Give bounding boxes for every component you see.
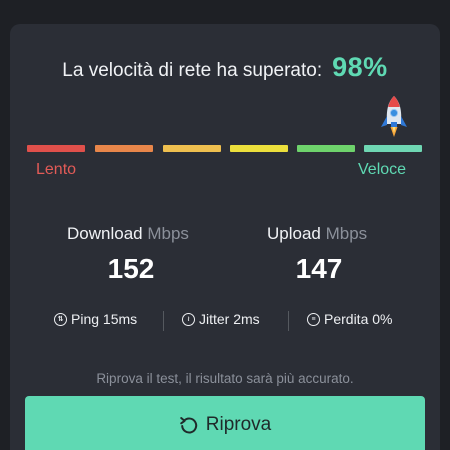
download-unit: Mbps	[147, 224, 189, 243]
speed-scale-segment-1	[27, 145, 85, 152]
upload-unit: Mbps	[325, 224, 368, 243]
loss-stat: ≡ Perdita 0%	[307, 311, 392, 327]
loss-text: Perdita 0%	[324, 311, 393, 327]
jitter-text: Jitter 2ms	[199, 311, 260, 327]
stat-divider	[163, 311, 164, 331]
scale-label-fast: Veloce	[358, 161, 407, 178]
speed-scale-segment-2	[95, 145, 153, 152]
refresh-icon	[179, 417, 197, 434]
ping-stat: ⇅ Ping 15ms	[54, 311, 137, 327]
jitter-stat: ≀ Jitter 2ms	[182, 311, 260, 327]
speed-scale-segment-5	[297, 145, 355, 152]
download-value: 152	[107, 253, 155, 284]
speed-scale-segment-6	[364, 145, 422, 152]
retry-label: Riprova	[205, 414, 272, 435]
speed-scale-segment-3	[163, 145, 221, 152]
download-label: Download	[67, 224, 143, 243]
rocket-icon	[381, 96, 407, 137]
ping-text: Ping 15ms	[71, 311, 138, 327]
upload-value: 147	[295, 253, 343, 284]
upload-label: Upload	[267, 224, 321, 243]
jitter-icon: ≀	[182, 312, 195, 326]
speed-scale-segment-4	[230, 145, 288, 152]
result-headline: La velocità di rete ha superato: 98%	[0, 52, 450, 83]
percentile-value: 98%	[332, 52, 388, 82]
retry-hint: Riprova il test, il risultato sarà più a…	[96, 371, 354, 386]
headline-label: La velocità di rete ha superato:	[62, 60, 323, 81]
packet-loss-icon: ≡	[307, 312, 320, 326]
retry-button[interactable]: Riprova	[25, 396, 425, 450]
stat-divider	[288, 311, 289, 331]
upload-heading: Upload Mbps	[267, 224, 367, 244]
network-stats: ⇅ Ping 15ms ≀ Jitter 2ms ≡ Perdita 0%	[0, 311, 450, 331]
download-heading: Download Mbps	[67, 224, 189, 244]
scale-label-slow: Lento	[36, 161, 77, 178]
ping-icon: ⇅	[54, 312, 67, 326]
